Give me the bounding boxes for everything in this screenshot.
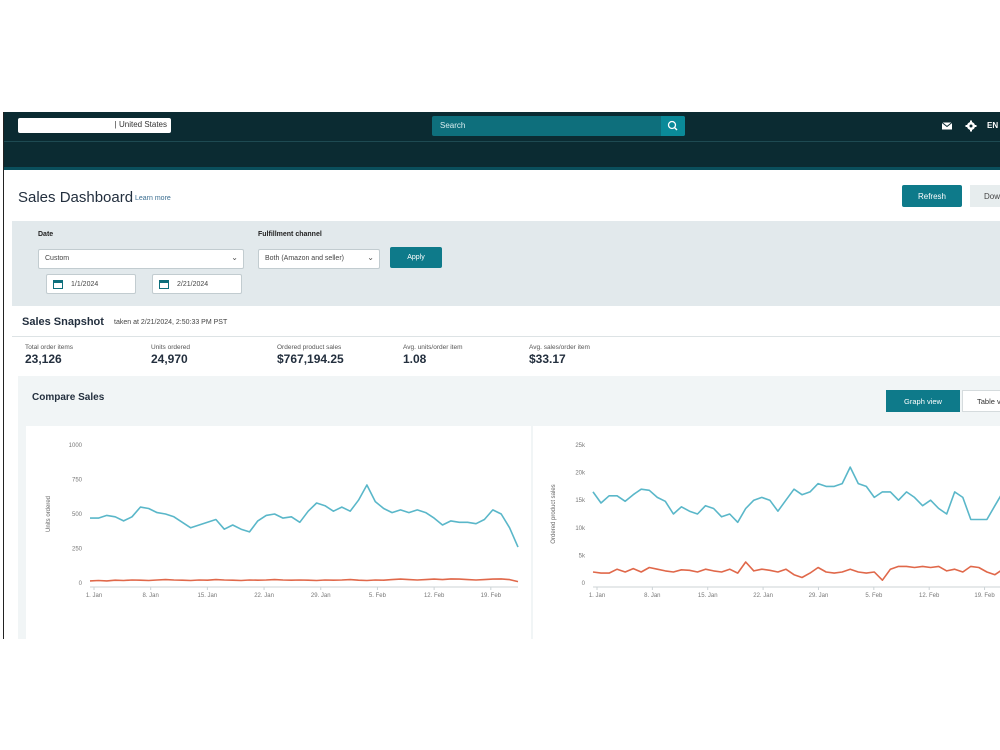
metric-label: Avg. units/order item xyxy=(403,344,463,351)
marketplace-selector[interactable]: | United States xyxy=(18,118,171,133)
metric-avg-units-per-order-item: Avg. units/order item 1.08 xyxy=(403,344,463,366)
metric-label: Total order items xyxy=(25,344,74,351)
page-title: Sales Dashboard xyxy=(18,189,134,206)
sales-snapshot-title: Sales Snapshot xyxy=(22,316,104,328)
fulfillment-channel-select[interactable]: Both (Amazon and seller) ⌄ xyxy=(258,249,380,269)
x-tick-label: 15. Jan xyxy=(698,593,718,599)
seller-central-window: | United States Search EN Sales Dashboar xyxy=(3,112,1000,639)
end-date-value: 2/21/2024 xyxy=(177,281,209,288)
x-tick-label: 1. Jan xyxy=(589,593,605,599)
series-line-1 xyxy=(89,578,519,583)
y-tick-label: 1000 xyxy=(69,443,83,449)
x-tick-label: 15. Jan xyxy=(198,593,218,599)
mail-icon[interactable] xyxy=(941,120,953,132)
x-tick-label: 19. Feb xyxy=(481,593,502,599)
date-range-value: Custom xyxy=(45,255,70,262)
metric-label: Ordered product sales xyxy=(277,344,342,351)
y-tick-label: 500 xyxy=(72,512,83,518)
ordered-product-sales-chart-svg: 25k 20k 15k 10k 5k 0 Ordered product sales 1. J… xyxy=(551,443,1000,599)
x-tick-label: 8. Jan xyxy=(644,593,660,599)
y-tick-label: 25k xyxy=(575,443,586,449)
search-icon xyxy=(667,120,678,131)
compare-sales-title: Compare Sales xyxy=(32,392,105,403)
y-axis-label: Ordered product sales xyxy=(551,484,557,543)
x-tick-label: 5. Feb xyxy=(369,593,387,599)
snapshot-timestamp: taken at 2/21/2024, 2:50:33 PM PST xyxy=(114,319,228,326)
start-date-field[interactable]: 1/1/2024 xyxy=(46,274,136,294)
filter-panel: Date Custom ⌄ 1/1/2024 2/21/2024 Fulfill… xyxy=(12,221,1000,306)
y-tick-label: 750 xyxy=(72,478,83,484)
metric-ordered-product-sales: Ordered product sales $767,194.25 xyxy=(277,344,344,366)
secondary-navigation-bar xyxy=(4,141,1000,169)
search-input[interactable]: Search xyxy=(432,116,685,136)
ordered-product-sales-chart: 25k 20k 15k 10k 5k 0 Ordered product sales 1. J… xyxy=(533,426,1000,639)
metric-value: $767,194.25 xyxy=(277,352,344,366)
learn-more-link[interactable]: Learn more xyxy=(135,195,171,202)
marketplace-label: | United States xyxy=(114,120,167,129)
y-axis-label: Units ordered xyxy=(46,496,52,532)
fulfillment-channel-value: Both (Amazon and seller) xyxy=(265,255,344,262)
x-tick-label: 22. Jan xyxy=(254,593,274,599)
y-tick-label: 15k xyxy=(575,498,586,504)
nav-divider xyxy=(4,167,1000,170)
x-tick-label: 19. Feb xyxy=(974,593,995,599)
series-line-0 xyxy=(592,466,1000,524)
y-tick-label: 10k xyxy=(575,526,586,532)
x-tick-label: 29. Jan xyxy=(311,593,331,599)
y-tick-label: 250 xyxy=(72,547,83,553)
date-range-select[interactable]: Custom ⌄ xyxy=(38,249,244,269)
graph-view-button[interactable]: Graph view xyxy=(886,390,960,412)
metric-label: Avg. sales/order item xyxy=(529,344,590,351)
language-selector[interactable]: EN xyxy=(987,121,998,130)
search-placeholder: Search xyxy=(440,121,466,130)
metric-value: 24,970 xyxy=(151,352,188,366)
metric-value: 23,126 xyxy=(25,352,62,366)
x-tick-label: 5. Feb xyxy=(865,593,883,599)
compare-sales-section: Compare Sales Graph view Table v 1000 750… xyxy=(18,376,1000,639)
metric-total-order-items: Total order items 23,126 xyxy=(25,344,73,366)
y-tick-label: 20k xyxy=(575,471,586,477)
metric-label: Units ordered xyxy=(151,344,191,351)
chevron-down-icon: ⌄ xyxy=(367,253,374,262)
metric-value: $33.17 xyxy=(529,352,566,366)
y-tick-label: 5k xyxy=(579,553,586,559)
metric-units-ordered: Units ordered 24,970 xyxy=(151,344,190,366)
start-date-value: 1/1/2024 xyxy=(71,281,99,288)
series-line-1 xyxy=(592,561,1000,581)
date-label: Date xyxy=(38,231,54,238)
metric-value: 1.08 xyxy=(403,352,427,366)
search-button[interactable] xyxy=(661,116,685,136)
x-tick-label: 1. Jan xyxy=(86,593,102,599)
top-navigation-bar: | United States Search EN xyxy=(4,112,1000,141)
x-tick-label: 12. Feb xyxy=(919,593,940,599)
x-tick-label: 8. Jan xyxy=(143,593,159,599)
units-ordered-chart-svg: 1000 750 500 250 0 Units ordered 1. Jan 8. Jan 1… xyxy=(46,443,519,599)
refresh-button[interactable]: Refresh xyxy=(902,185,962,207)
calendar-icon xyxy=(53,280,63,289)
end-date-field[interactable]: 2/21/2024 xyxy=(152,274,242,294)
chevron-down-icon: ⌄ xyxy=(231,253,238,262)
units-ordered-chart: 1000 750 500 250 0 Units ordered 1. Jan 8. Jan 1… xyxy=(26,426,531,639)
y-tick-label: 0 xyxy=(582,581,586,587)
y-tick-label: 0 xyxy=(79,581,83,587)
calendar-icon xyxy=(159,280,169,289)
series-line-0 xyxy=(90,484,519,548)
x-tick-label: 22. Jan xyxy=(753,593,773,599)
download-button[interactable]: Dow xyxy=(970,185,1000,207)
table-view-button[interactable]: Table v xyxy=(962,390,1000,412)
apply-button[interactable]: Apply xyxy=(390,247,442,268)
divider xyxy=(12,336,1000,337)
x-tick-label: 29. Jan xyxy=(809,593,829,599)
fulfillment-channel-label: Fulfillment channel xyxy=(258,231,322,238)
metric-avg-sales-per-order-item: Avg. sales/order item $33.17 xyxy=(529,344,590,366)
x-tick-label: 12. Feb xyxy=(424,593,445,599)
gear-icon[interactable] xyxy=(965,120,977,132)
